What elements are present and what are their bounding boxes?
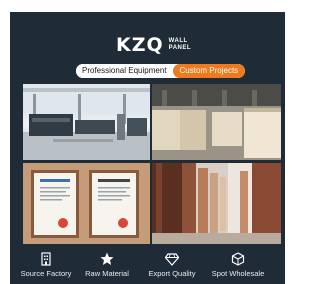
- logo-line-2: PANEL: [168, 45, 192, 51]
- feature-label: Spot Wholesale: [211, 269, 265, 278]
- feature-source-factory: Source Factory: [16, 252, 76, 278]
- feature-export-quality: Export Quality: [142, 252, 202, 278]
- tag-pill: Professional Equipment Custom Projects: [76, 64, 246, 78]
- tag-custom-projects: Custom Projects: [172, 64, 246, 78]
- star-icon: [100, 252, 114, 265]
- photo-panel-stacks: [152, 84, 281, 160]
- panel-stacks-illustration: [152, 84, 281, 160]
- feature-raw-material: Raw Material: [77, 252, 137, 278]
- feature-label: Raw Material: [85, 269, 129, 278]
- photo-material-rolls: [152, 163, 281, 244]
- logo-mark: KZQ: [116, 33, 164, 56]
- brand-logo: KZQ WALL PANEL: [116, 34, 191, 56]
- photo-factory-floor: [23, 84, 150, 160]
- factory-floor-illustration: [23, 84, 150, 160]
- photo-certificates: [23, 163, 150, 244]
- certificates-illustration: [23, 163, 150, 244]
- page-frame: KZQ WALL PANEL Professional Equipment Cu…: [0, 0, 285, 284]
- box-icon: [231, 252, 245, 266]
- feature-label: Source Factory: [20, 269, 72, 278]
- material-rolls-illustration: [152, 163, 281, 244]
- feature-spot-wholesale: Spot Wholesale: [208, 252, 268, 278]
- feature-row: Source Factory Raw Material Export Quali…: [21, 252, 270, 282]
- logo-line-1: WALL: [168, 38, 188, 44]
- logo-subtitle: WALL PANEL: [169, 38, 191, 52]
- tag-professional-equipment: Professional Equipment: [76, 64, 173, 78]
- feature-label: Export Quality: [148, 269, 196, 278]
- diamond-icon: [165, 253, 179, 266]
- factory-building-icon: [41, 252, 51, 266]
